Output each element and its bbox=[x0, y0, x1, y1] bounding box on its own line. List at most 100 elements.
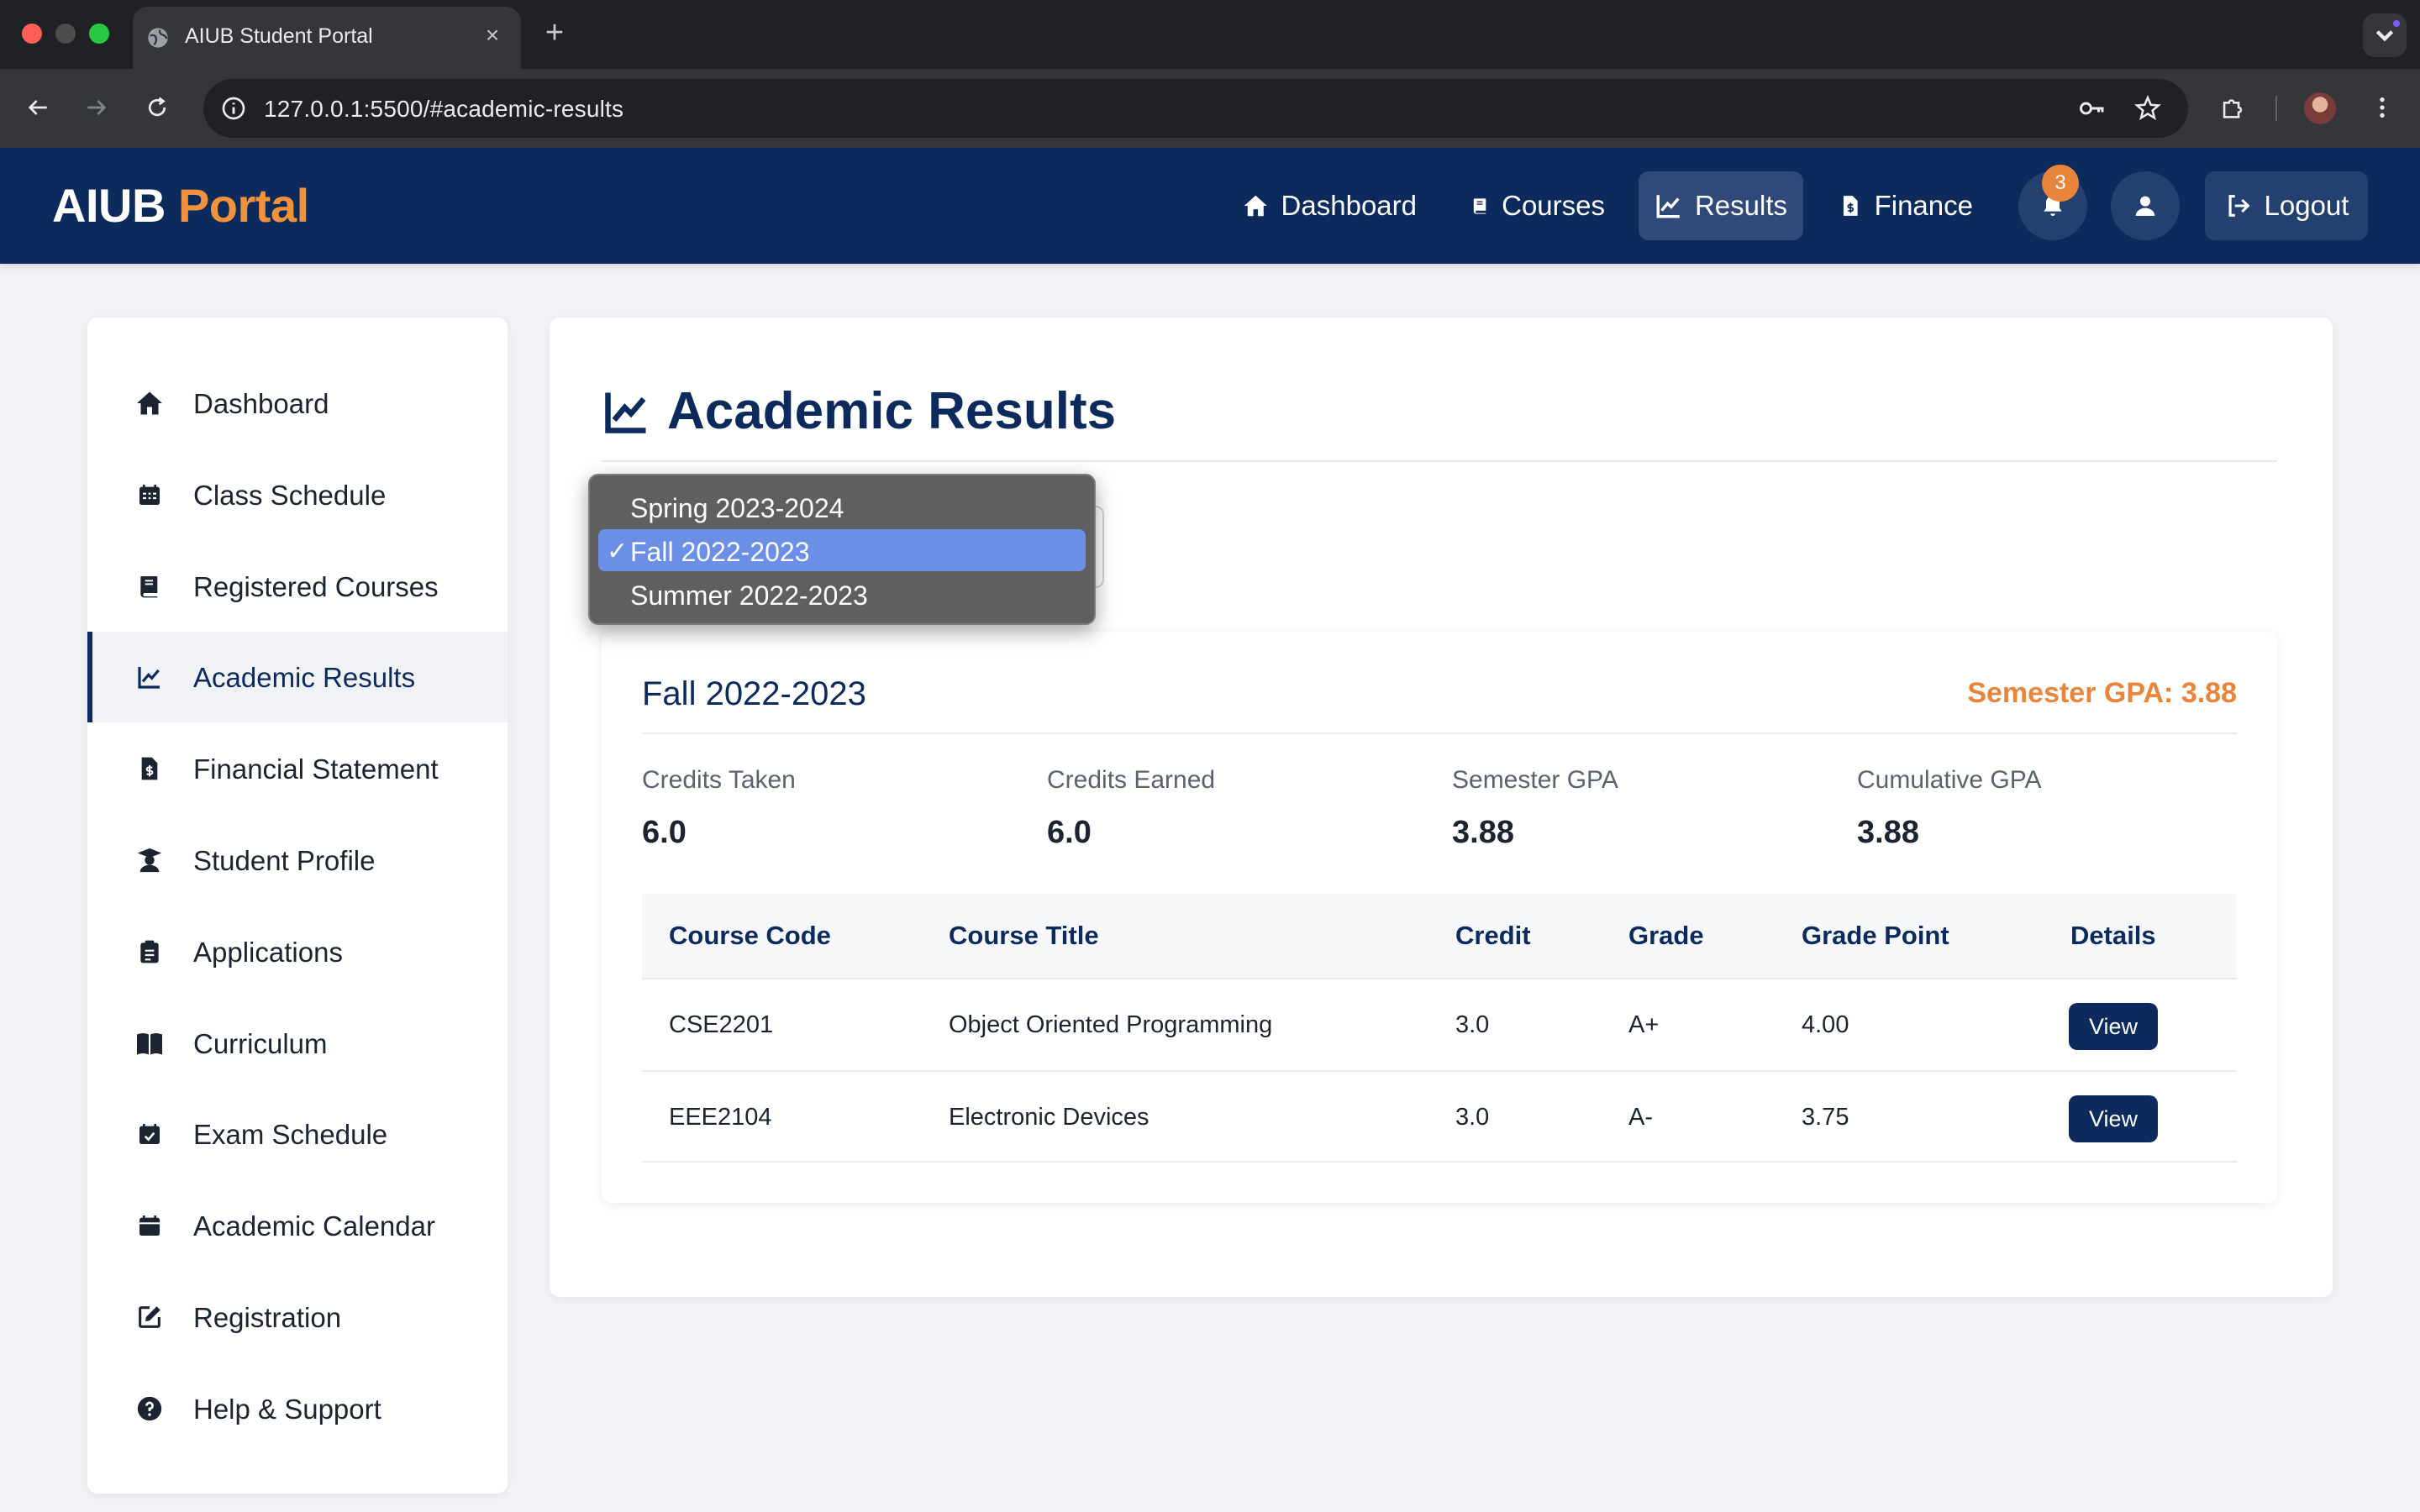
course-code: EEE2104 bbox=[669, 1104, 772, 1131]
semester-option[interactable]: Spring 2023-2024 bbox=[598, 486, 1086, 528]
logout-button[interactable]: Logout bbox=[2205, 171, 2368, 240]
title-divider bbox=[602, 460, 2277, 462]
reload-button[interactable] bbox=[136, 87, 178, 129]
forward-button[interactable] bbox=[76, 87, 118, 129]
open-book-icon bbox=[134, 1028, 165, 1058]
home-icon bbox=[134, 388, 165, 418]
sidebar-item-applications[interactable]: Applications bbox=[87, 906, 508, 997]
profile-avatar[interactable] bbox=[2304, 92, 2336, 124]
sidebar-item-dashboard[interactable]: Dashboard bbox=[87, 358, 508, 449]
kebab-menu-icon bbox=[2380, 97, 2385, 118]
browser-tab-bar: AIUB Student Portal × + bbox=[0, 0, 2420, 69]
sidebar-item-registration[interactable]: Registration bbox=[87, 1272, 508, 1362]
toolbar-divider bbox=[2275, 96, 2277, 121]
back-button[interactable] bbox=[17, 87, 59, 129]
stat-value: 6.0 bbox=[642, 815, 687, 850]
address-bar[interactable]: 127.0.0.1:5500/#academic-results bbox=[203, 79, 2188, 138]
sidebar-item-label: Class Schedule bbox=[193, 480, 387, 511]
tab-close-icon[interactable]: × bbox=[477, 20, 508, 50]
bookmark-star-button[interactable] bbox=[2131, 92, 2165, 125]
nav-courses[interactable]: Courses bbox=[1470, 171, 1605, 240]
arrow-left-icon bbox=[28, 100, 47, 115]
browser-menu-button[interactable] bbox=[2361, 87, 2403, 129]
logout-icon bbox=[2228, 195, 2250, 217]
window-minimize-button[interactable] bbox=[55, 24, 76, 44]
logout-label: Logout bbox=[2264, 190, 2349, 221]
table-row: CSE2201 Object Oriented Programming 3.0 … bbox=[642, 978, 2237, 1070]
semester-card: Fall 2022-2023 Semester GPA: 3.88 Credit… bbox=[602, 632, 2277, 1203]
stat-label: Credits Earned bbox=[1047, 766, 1216, 794]
nav-finance[interactable]: Finance bbox=[1839, 171, 1973, 240]
invoice-icon bbox=[134, 753, 165, 784]
stat-cumulative-gpa: Cumulative GPA 3.88 bbox=[1857, 766, 2042, 851]
graduate-icon bbox=[134, 845, 165, 875]
sidebar-item-help-support[interactable]: Help & Support bbox=[87, 1363, 508, 1454]
sidebar: Dashboard Class Schedule Registered Cour… bbox=[87, 318, 508, 1494]
sidebar-item-class-schedule[interactable]: Class Schedule bbox=[87, 449, 508, 540]
nav-results-label: Results bbox=[1694, 190, 1788, 221]
reload-icon bbox=[148, 97, 166, 117]
window-zoom-button[interactable] bbox=[89, 24, 109, 44]
password-key-button[interactable] bbox=[2075, 92, 2109, 125]
sidebar-item-label: Registration bbox=[193, 1302, 342, 1333]
nav-dashboard[interactable]: Dashboard bbox=[1242, 171, 1417, 240]
sidebar-item-curriculum[interactable]: Curriculum bbox=[87, 998, 508, 1089]
sidebar-item-registered-courses[interactable]: Registered Courses bbox=[87, 541, 508, 632]
stat-label: Credits Taken bbox=[642, 766, 796, 794]
stat-value: 6.0 bbox=[1047, 815, 1092, 850]
app-header: AIUB Portal Dashboard Courses Results Fi… bbox=[0, 148, 2420, 264]
semester-option[interactable]: Summer 2022-2023 bbox=[598, 573, 1086, 615]
question-circle-icon bbox=[134, 1394, 165, 1424]
course-grade: A+ bbox=[1628, 1011, 1660, 1038]
sidebar-item-financial-statement[interactable]: Financial Statement bbox=[87, 723, 508, 814]
extensions-button[interactable] bbox=[2212, 87, 2254, 129]
stat-semester-gpa: Semester GPA 3.88 bbox=[1452, 766, 1618, 851]
window-close-button[interactable] bbox=[22, 24, 42, 44]
table-header-row: Course Code Course Title Credit Grade Gr… bbox=[642, 894, 2237, 978]
course-credit: 3.0 bbox=[1455, 1011, 1490, 1038]
course-grade-point: 3.75 bbox=[1802, 1104, 1849, 1131]
url-text[interactable]: 127.0.0.1:5500/#academic-results bbox=[264, 96, 623, 123]
semester-dropdown-menu: Spring 2023-2024 ✓ Fall 2022-2023 Summer… bbox=[588, 474, 1096, 625]
profile-button[interactable] bbox=[2111, 171, 2180, 240]
tab-search-button[interactable] bbox=[2363, 13, 2407, 57]
semester-divider bbox=[642, 732, 2237, 734]
course-grade-point: 4.00 bbox=[1802, 1011, 1849, 1038]
globe-icon bbox=[148, 28, 168, 48]
sidebar-item-academic-results[interactable]: Academic Results bbox=[87, 632, 508, 722]
course-credit: 3.0 bbox=[1455, 1104, 1490, 1131]
nav-results[interactable]: Results bbox=[1639, 171, 1803, 240]
user-icon bbox=[2135, 196, 2155, 216]
column-header: Course Code bbox=[669, 921, 831, 950]
sidebar-item-label: Help & Support bbox=[193, 1394, 381, 1425]
brand-main: AIUB bbox=[52, 179, 166, 232]
course-title: Electronic Devices bbox=[949, 1104, 1150, 1131]
course-code: CSE2201 bbox=[669, 1011, 774, 1038]
semester-option-selected[interactable]: ✓ Fall 2022-2023 bbox=[598, 529, 1086, 571]
column-header: Details bbox=[2070, 921, 2156, 950]
brand-logo[interactable]: AIUB Portal bbox=[52, 178, 309, 233]
browser-tab-active[interactable]: AIUB Student Portal × bbox=[133, 7, 521, 69]
chart-line-icon bbox=[1656, 195, 1680, 218]
clipboard-icon bbox=[134, 937, 165, 967]
invoice-icon bbox=[1843, 196, 1858, 216]
nav-courses-label: Courses bbox=[1502, 190, 1605, 221]
sidebar-item-label: Dashboard bbox=[193, 388, 329, 419]
sidebar-item-student-profile[interactable]: Student Profile bbox=[87, 815, 508, 906]
stat-label: Cumulative GPA bbox=[1857, 766, 2042, 794]
page-header: Academic Results bbox=[602, 381, 1116, 441]
view-details-button[interactable]: View bbox=[2069, 1095, 2158, 1142]
sidebar-item-exam-schedule[interactable]: Exam Schedule bbox=[87, 1089, 508, 1179]
sidebar-item-academic-calendar[interactable]: Academic Calendar bbox=[87, 1180, 508, 1271]
star-icon bbox=[2134, 95, 2161, 121]
nav-dashboard-label: Dashboard bbox=[1281, 190, 1417, 221]
view-details-button[interactable]: View bbox=[2069, 1003, 2158, 1050]
nav-finance-label: Finance bbox=[1874, 190, 1973, 221]
site-info-button[interactable] bbox=[217, 92, 250, 125]
course-title: Object Oriented Programming bbox=[949, 1011, 1273, 1038]
new-tab-button[interactable]: + bbox=[538, 17, 571, 50]
key-icon bbox=[2080, 102, 2104, 115]
home-icon bbox=[1244, 195, 1267, 217]
table-row: EEE2104 Electronic Devices 3.0 A- 3.75 V… bbox=[642, 1070, 2237, 1163]
info-icon bbox=[222, 97, 245, 120]
